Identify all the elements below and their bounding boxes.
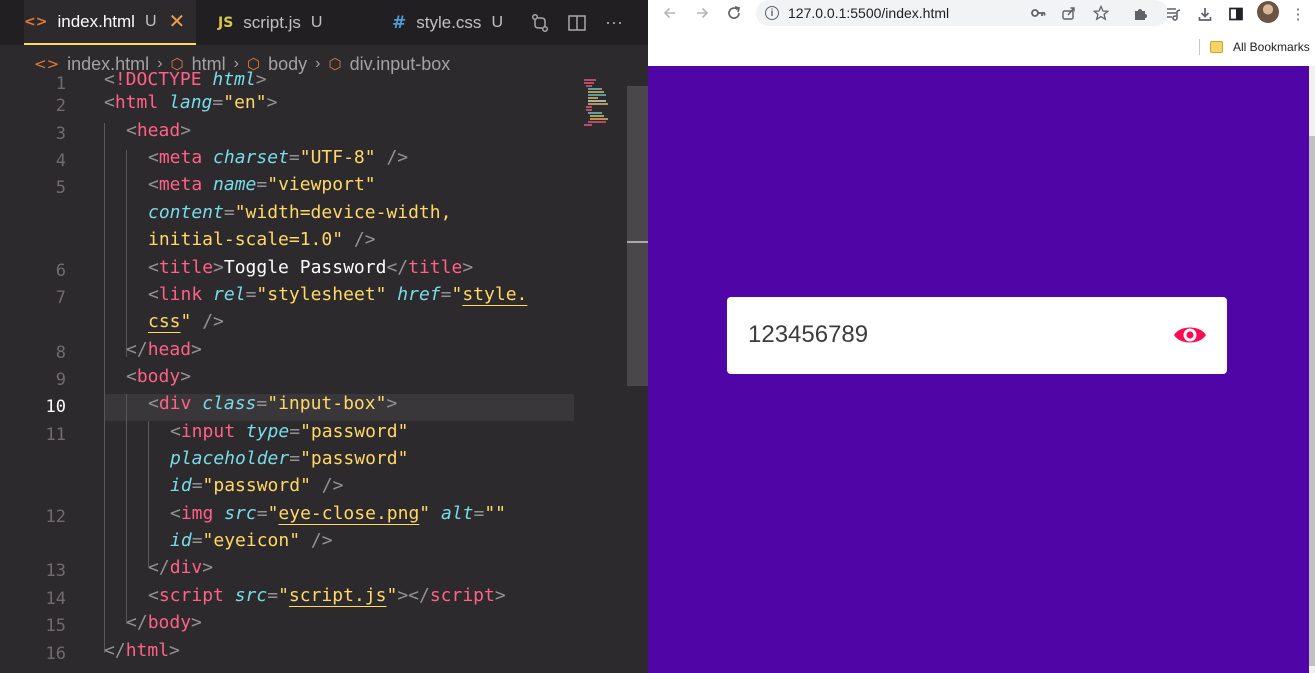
extensions-puzzle-icon[interactable] [1129,3,1151,25]
page-viewport [648,66,1309,673]
breadcrumb-item[interactable]: body [268,54,307,75]
line-number: 4 [55,151,66,171]
code-line: <script src="script.js"></script> [148,585,506,606]
line-number: 11 [45,425,66,445]
code-line: content="width=device-width, [148,202,452,223]
minimap[interactable] [582,78,622,126]
code-line: <body> [126,366,192,387]
page-scrollbar-thumb[interactable] [1309,136,1315,666]
code-line: </head> [126,339,202,360]
line-number: 3 [55,124,66,144]
star-bookmark-icon[interactable] [1092,4,1110,22]
browser-window: i 127.0.0.1:5500/index.html ⋮ All Bookma [648,0,1315,673]
line-number: 16 [45,644,66,664]
code-line: <meta charset="UTF-8" /> [148,147,409,168]
line-number: 9 [55,370,66,390]
menu-kebab-icon[interactable]: ⋮ [1287,3,1309,25]
indent-guide [126,150,127,357]
code-line: </body> [126,612,202,633]
code-line: <title>Toggle Password</title> [148,257,474,278]
line-number: 2 [55,96,66,116]
media-queue-icon[interactable] [1162,3,1184,25]
chevron-right-icon: › [315,55,321,72]
code-line: </div> [148,557,214,578]
line-number: 5 [55,178,66,198]
eye-open-icon[interactable] [1172,322,1208,348]
page-scrollbar[interactable] [1309,66,1315,673]
browser-toolbar: i 127.0.0.1:5500/index.html ⋮ [648,0,1315,28]
profile-avatar[interactable] [1257,1,1279,23]
line-number: 14 [45,589,66,609]
line-number: 7 [55,288,66,308]
indent-guide [126,394,127,624]
share-icon[interactable] [1060,4,1078,22]
line-number: 1 [55,74,66,94]
html-file-icon: <> [34,55,60,73]
untracked-badge: U [310,13,323,31]
key-icon[interactable] [1029,4,1047,22]
code-line: <head> [126,120,192,141]
forward-arrow-icon[interactable] [691,2,713,24]
code-line: <input type="password" [170,421,409,442]
scroll-position-marker [627,241,648,243]
code-line: <html lang="en"> [104,92,278,113]
code-area[interactable]: 1 2 3 4 5 6 7 8 9 10 11 12 13 14 15 16 <… [0,69,648,673]
code-line: id="eyeicon" /> [170,530,333,551]
editor-scrollbar[interactable] [627,86,648,386]
folder-icon [1210,41,1223,53]
indent-guide [148,421,149,567]
breadcrumb: <> index.html › ⬡ html › ⬡ body › ⬡ div.… [0,45,648,83]
split-editor-icon[interactable] [563,0,591,45]
all-bookmarks-button[interactable]: All Bookmarks [1233,40,1310,54]
line-number: 8 [55,343,66,363]
code-line: css" /> [148,311,224,332]
bookmarks-divider [1199,39,1200,55]
html-file-icon: <> [24,13,48,30]
cube-icon: ⬡ [328,55,342,73]
url-text[interactable]: 127.0.0.1:5500/index.html [788,5,949,21]
line-number: 12 [45,507,66,527]
site-info-icon[interactable]: i [765,6,779,20]
code-line: <link rel="stylesheet" href="style. [148,284,528,305]
code-editor: <> index.html U ✕ JS script.js U # style… [0,0,648,673]
tab-script-js[interactable]: JS script.js U [218,0,322,45]
code-line: <!DOCTYPE html> [104,69,267,90]
line-number-active: 10 [45,397,66,417]
reload-icon[interactable] [723,2,745,24]
download-icon[interactable] [1194,3,1216,25]
code-line-active: <div class="input-box"> [148,393,398,414]
line-number: 13 [45,561,66,581]
code-line: id="password" /> [170,475,344,496]
code-line: <img src="eye-close.png" alt="" [170,503,507,524]
code-line: </html> [104,640,180,661]
tab-style-css[interactable]: # style.css U [392,0,503,45]
code-line: placeholder="password" [170,448,409,469]
back-arrow-icon[interactable] [659,2,681,24]
tab-index-html[interactable]: <> index.html U ✕ [24,0,196,45]
untracked-badge: U [144,12,157,30]
bookmarks-bar: All Bookmarks [648,34,1315,60]
close-icon[interactable]: ✕ [169,9,186,34]
editor-tab-bar: <> index.html U ✕ JS script.js U # style… [0,0,648,45]
js-file-icon: JS [218,14,234,31]
compare-changes-icon[interactable] [526,0,554,45]
breadcrumb-item[interactable]: div.input-box [350,54,451,75]
untracked-badge: U [491,13,503,31]
code-line: initial-scale=1.0" /> [148,229,376,250]
password-input[interactable] [748,315,1148,355]
tab-label: style.css [416,12,482,32]
more-actions-icon[interactable]: ··· [600,0,628,45]
line-number: 6 [55,261,66,281]
css-file-icon: # [392,12,407,33]
indent-guide [104,123,105,653]
tab-label: script.js [243,12,301,32]
tab-label: index.html [57,11,135,31]
line-number: 15 [45,616,66,636]
side-panel-icon[interactable] [1225,3,1247,25]
code-line: <meta name="viewport" [148,174,376,195]
password-input-box [727,297,1227,374]
